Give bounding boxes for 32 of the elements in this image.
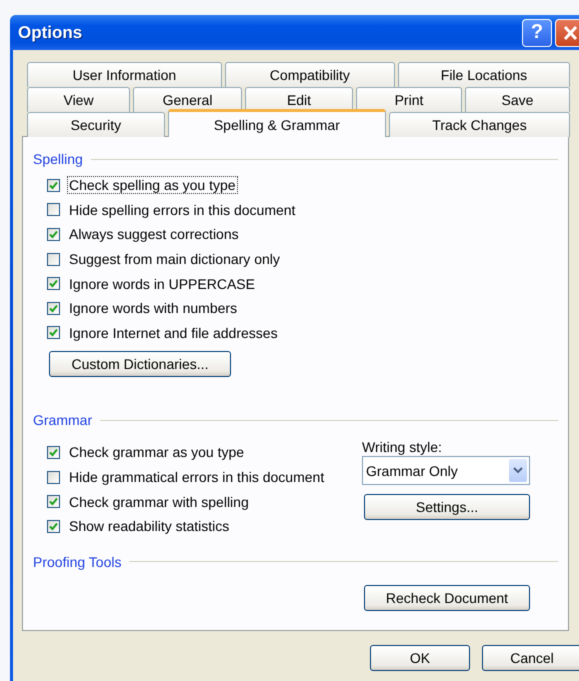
- checkbox-label: Always suggest corrections: [68, 225, 240, 244]
- writing-style-label: Writing style:: [362, 439, 443, 456]
- settings-button[interactable]: Settings...: [364, 494, 530, 520]
- tab[interactable]: Save: [464, 87, 570, 112]
- section-title: Spelling: [33, 151, 83, 167]
- checkbox-label: Check spelling as you type: [67, 176, 238, 194]
- checkbox-label: Check grammar with spelling: [68, 492, 250, 511]
- tab[interactable]: User Information: [27, 62, 222, 87]
- writing-style-dropdown[interactable]: Grammar Only: [362, 456, 530, 486]
- checkbox-label: Hide grammatical errors in this document: [68, 468, 326, 486]
- checkbox-label: Check grammar as you type: [68, 443, 246, 462]
- checkbox-label: Ignore Internet and file addresses: [68, 324, 279, 342]
- checkbox-label: Show readability statistics: [68, 517, 230, 536]
- section-title: Grammar: [33, 412, 92, 428]
- custom-dictionaries-button[interactable]: Custom Dictionaries...: [49, 351, 231, 378]
- window-title: Options: [17, 22, 84, 42]
- checkbox-label: Ignore words with numbers: [68, 299, 238, 318]
- tab[interactable]: Track Changes: [389, 112, 570, 137]
- tab[interactable]: General: [133, 87, 242, 112]
- tab[interactable]: Spelling & Grammar: [168, 109, 386, 137]
- tab[interactable]: Print: [356, 87, 462, 112]
- tab[interactable]: View: [27, 87, 130, 112]
- tab[interactable]: Compatibility: [224, 62, 395, 87]
- dialog-button[interactable]: OK: [370, 645, 470, 671]
- tab[interactable]: File Locations: [398, 62, 570, 87]
- checkbox-label: Hide spelling errors in this document: [68, 200, 296, 219]
- checkbox-label: Suggest from main dictionary only: [68, 250, 281, 268]
- section-title: Proofing Tools: [33, 554, 122, 570]
- tab[interactable]: Security: [27, 112, 165, 137]
- recheck-document-button[interactable]: Recheck Document: [364, 584, 530, 611]
- checkbox-label: Ignore words in UPPERCASE: [68, 274, 256, 293]
- dialog-button[interactable]: Cancel: [482, 645, 579, 671]
